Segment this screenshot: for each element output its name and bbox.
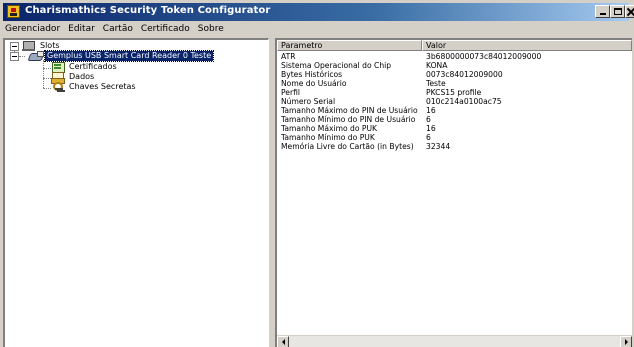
list-row[interactable]: Bytes Históricos 0073c84012009000 bbox=[277, 70, 632, 79]
param-value: 32344 bbox=[426, 142, 451, 151]
collapse-reader-icon[interactable] bbox=[10, 52, 19, 61]
param-value: 3b6800000073c84012009000 bbox=[426, 52, 542, 61]
arrow-left-icon bbox=[281, 339, 285, 345]
param-name: Tamanho Mínimo do PUK bbox=[281, 133, 375, 142]
param-name: Sistema Operacional do Chip bbox=[281, 61, 392, 70]
param-name: Tamanho Máximo do PIN de Usuário bbox=[281, 106, 418, 115]
tree-view[interactable]: Slots Gemplus USB Smart Card Reader 0 Te… bbox=[3, 38, 269, 347]
tree-item-reader[interactable]: Gemplus USB Smart Card Reader 0 Teste bbox=[29, 50, 215, 62]
list-row[interactable]: ATR 3b6800000073c84012009000 bbox=[277, 52, 632, 61]
window-title: Charismathics Security Token Configurato… bbox=[25, 5, 271, 16]
param-value: PKCS15 profile bbox=[426, 88, 482, 97]
tree-item-dados[interactable]: Dados bbox=[51, 72, 96, 84]
menu-cartao[interactable]: Cartão bbox=[99, 22, 137, 36]
close-button[interactable] bbox=[625, 5, 634, 18]
param-value: 16 bbox=[426, 124, 436, 133]
details-list[interactable]: Parametro Valor ATR 3b6800000073c8401200… bbox=[275, 38, 632, 347]
menu-gerenciador[interactable]: Gerenciador bbox=[3, 22, 64, 36]
tree-item-label: Chaves Secretas bbox=[69, 82, 136, 91]
list-row[interactable]: Nome do Usuário Teste bbox=[277, 79, 632, 88]
arrow-right-icon bbox=[624, 339, 628, 345]
param-value: Teste bbox=[426, 79, 446, 88]
tree-item-label: Slots bbox=[40, 41, 60, 50]
tree-item-label: Dados bbox=[69, 72, 95, 81]
param-value: KONA bbox=[426, 61, 448, 70]
scroll-right-button[interactable] bbox=[620, 336, 632, 347]
param-value: 16 bbox=[426, 106, 436, 115]
param-value: 6 bbox=[426, 133, 431, 142]
list-body: ATR 3b6800000073c84012009000 Sistema Ope… bbox=[277, 52, 632, 151]
list-row[interactable]: Sistema Operacional do Chip KONA bbox=[277, 61, 632, 70]
column-header-valor[interactable]: Valor bbox=[422, 40, 632, 51]
tree-item-chaves-secretas[interactable]: Chaves Secretas bbox=[51, 82, 138, 92]
tree-connector bbox=[19, 56, 25, 57]
param-name: Nome do Usuário bbox=[281, 79, 347, 88]
list-row[interactable]: Tamanho Mínimo do PIN de Usuário 6 bbox=[277, 115, 632, 124]
close-icon bbox=[627, 8, 634, 16]
scroll-left-button[interactable] bbox=[277, 336, 289, 347]
param-value: 0073c84012009000 bbox=[426, 70, 503, 79]
param-name: Memória Livre do Cartão (in Bytes) bbox=[281, 142, 414, 151]
param-name: Tamanho Máximo do PUK bbox=[281, 124, 378, 133]
minimize-icon bbox=[599, 13, 606, 15]
list-row[interactable]: Tamanho Máximo do PIN de Usuário 16 bbox=[277, 106, 632, 115]
column-header-parametro[interactable]: Parametro bbox=[277, 40, 422, 51]
menu-editar[interactable]: Editar bbox=[64, 22, 99, 36]
app-icon[interactable] bbox=[7, 5, 20, 18]
maximize-button[interactable] bbox=[610, 5, 625, 18]
param-name: Perfil bbox=[281, 88, 300, 97]
data-icon bbox=[51, 72, 65, 84]
minimize-button[interactable] bbox=[595, 5, 610, 18]
tree-item-certificados[interactable]: Certificados bbox=[51, 62, 119, 73]
list-header: Parametro Valor bbox=[277, 40, 632, 51]
tree-item-label: Gemplus USB Smart Card Reader 0 Teste bbox=[43, 50, 215, 62]
list-row[interactable]: Memória Livre do Cartão (in Bytes) 32344 bbox=[277, 142, 632, 151]
collapse-slots-icon[interactable] bbox=[10, 42, 19, 51]
list-row[interactable]: Tamanho Máximo do PUK 16 bbox=[277, 124, 632, 133]
list-row[interactable]: Tamanho Mínimo do PUK 6 bbox=[277, 133, 632, 142]
client-area: Slots Gemplus USB Smart Card Reader 0 Te… bbox=[3, 38, 632, 347]
tree-connector bbox=[43, 88, 51, 89]
computer-icon bbox=[22, 41, 36, 51]
menu-bar: Gerenciador Editar Cartão Certificado So… bbox=[3, 22, 228, 36]
menu-certificado[interactable]: Certificado bbox=[137, 22, 194, 36]
list-row[interactable]: Número Serial 010c214a0100ac75 bbox=[277, 97, 632, 106]
certificate-icon bbox=[51, 62, 65, 73]
param-name: Número Serial bbox=[281, 97, 336, 106]
param-name: Bytes Históricos bbox=[281, 70, 343, 79]
tree-connector bbox=[43, 68, 51, 69]
menu-sobre[interactable]: Sobre bbox=[194, 22, 228, 36]
param-name: Tamanho Mínimo do PIN de Usuário bbox=[281, 115, 416, 124]
param-value: 6 bbox=[426, 115, 431, 124]
param-name: ATR bbox=[281, 52, 296, 61]
list-row[interactable]: Perfil PKCS15 profile bbox=[277, 88, 632, 97]
title-bar[interactable]: Charismathics Security Token Configurato… bbox=[3, 3, 634, 21]
param-value: 010c214a0100ac75 bbox=[426, 97, 502, 106]
tree-connector bbox=[43, 60, 44, 88]
tree-item-slots[interactable]: Slots bbox=[22, 41, 62, 51]
maximize-icon bbox=[613, 8, 622, 15]
horizontal-scrollbar[interactable] bbox=[277, 335, 632, 347]
tree-connector bbox=[43, 78, 51, 79]
app-window: Charismathics Security Token Configurato… bbox=[0, 0, 634, 347]
tree-item-label: Certificados bbox=[69, 62, 117, 71]
keys-icon bbox=[51, 82, 65, 92]
card-reader-icon bbox=[29, 51, 44, 61]
